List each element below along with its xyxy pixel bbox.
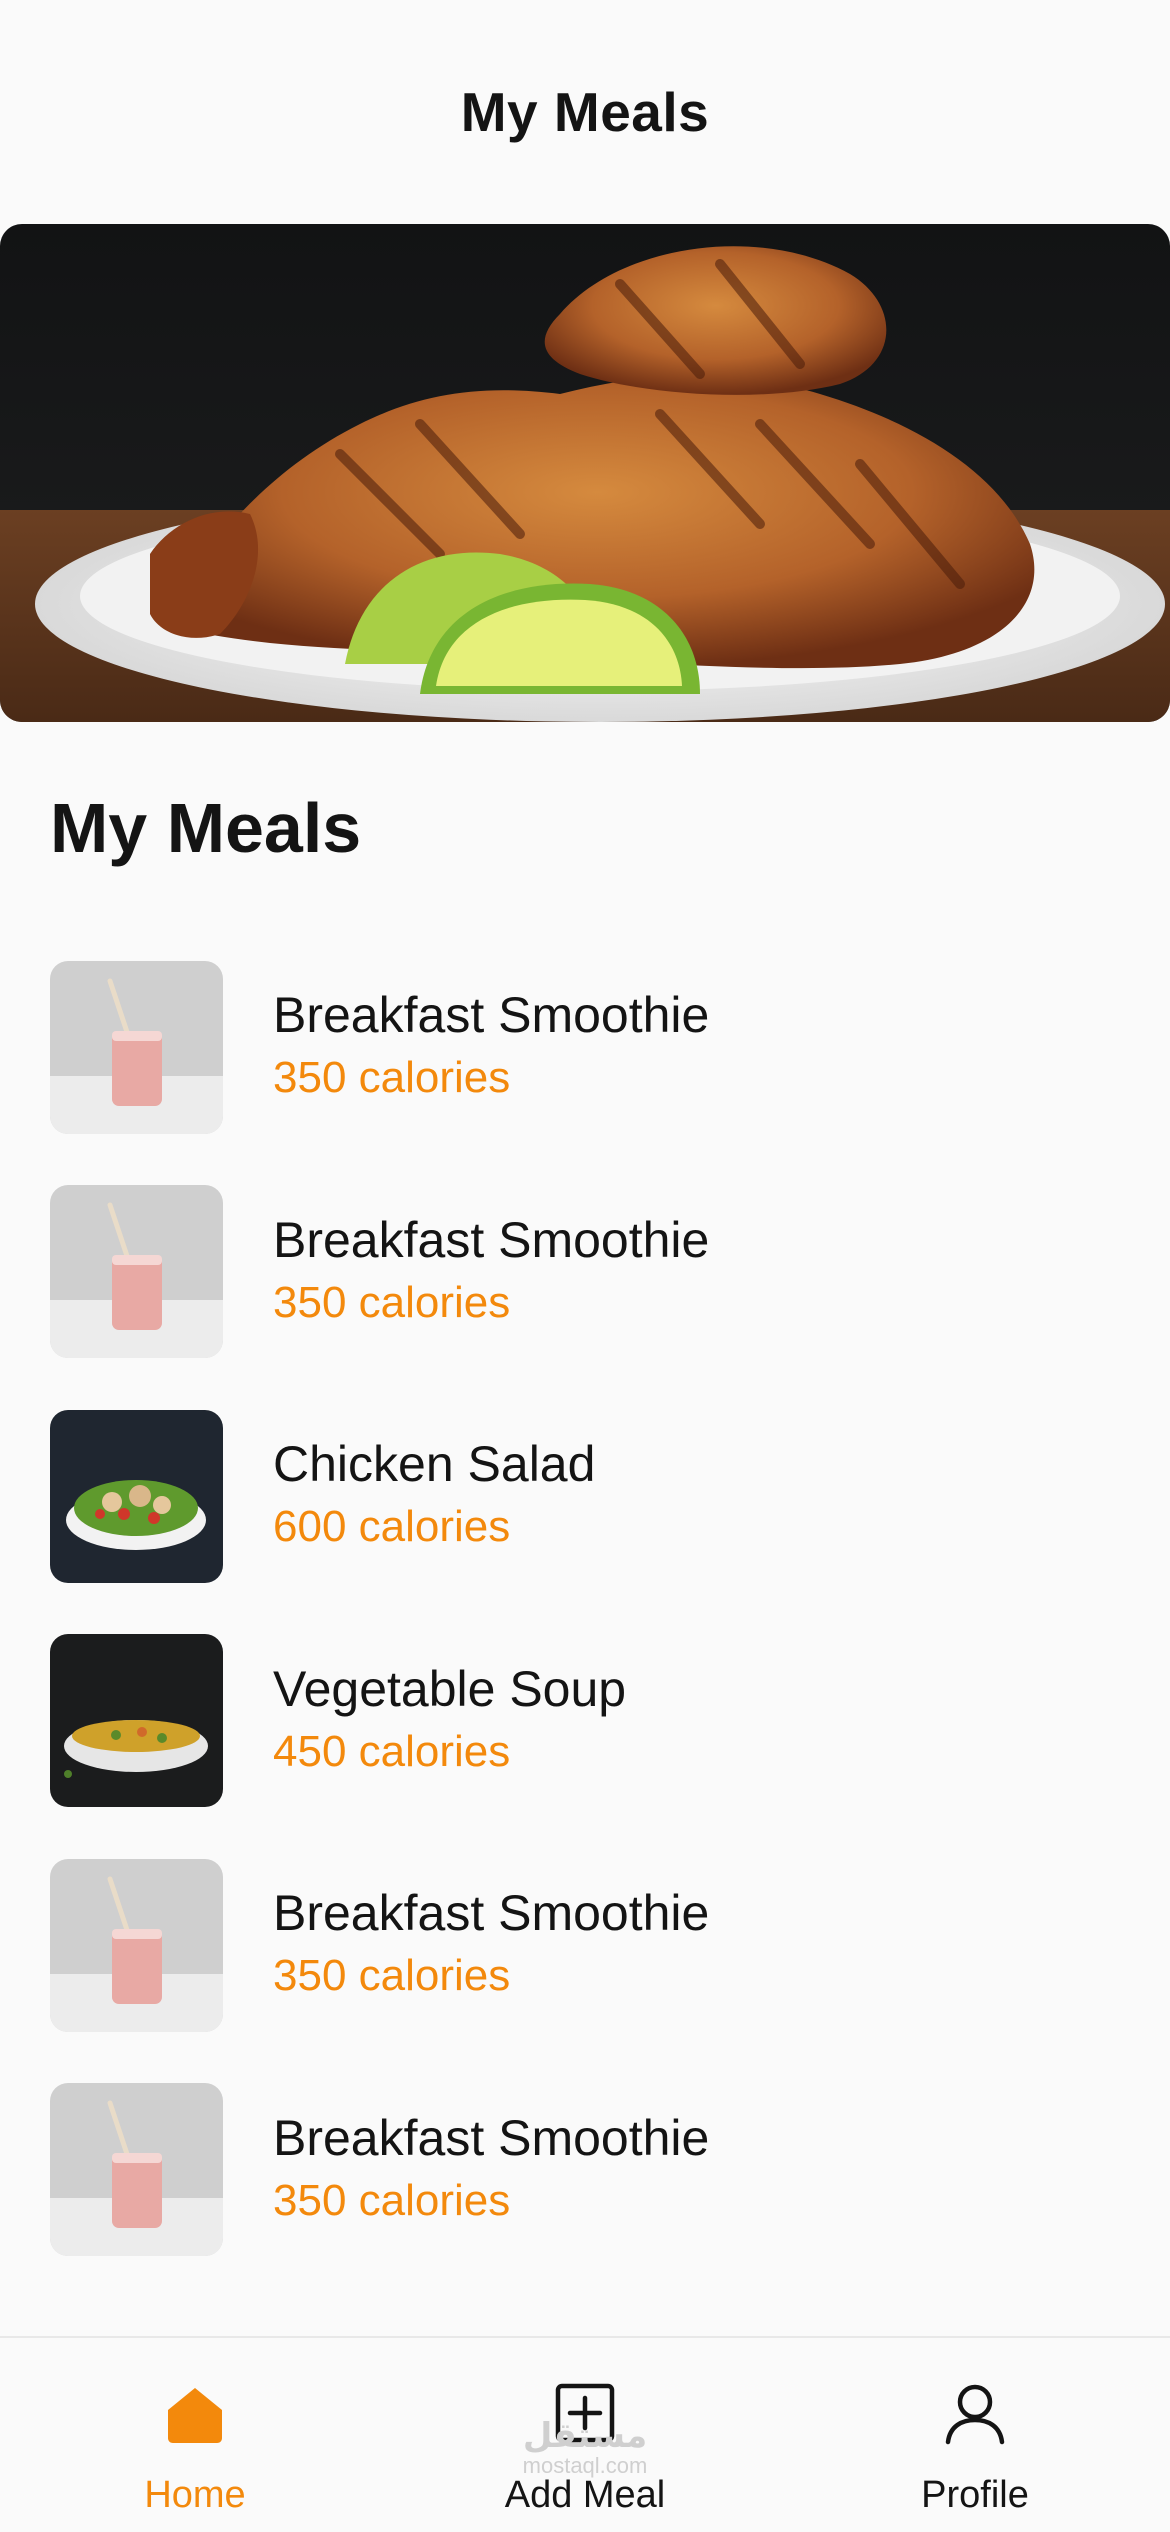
smoothie-thumbnail — [50, 2083, 223, 2257]
user-icon — [942, 2380, 1008, 2446]
nav-label-home: Home — [144, 2474, 246, 2516]
nav-label-add-meal: Add Meal — [504, 2474, 666, 2516]
meal-list-item[interactable]: Vegetable Soup 450 calories — [0, 1609, 1170, 1834]
meal-text: Vegetable Soup 450 calories — [273, 1658, 626, 1784]
nav-item-home[interactable]: Home — [0, 2338, 390, 2532]
nav-item-profile[interactable]: Profile — [780, 2338, 1170, 2532]
app-screen: My Meals My Meals Breakfast Smoothie 350… — [0, 0, 1170, 2532]
meal-name: Breakfast Smoothie — [273, 2109, 710, 2166]
meal-list-item[interactable]: Breakfast Smoothie 350 calories — [0, 935, 1170, 1160]
meal-name: Breakfast Smoothie — [273, 1211, 710, 1268]
meal-name: Vegetable Soup — [273, 1660, 627, 1717]
hero-image — [0, 224, 1170, 722]
meal-calories: 350 calories — [273, 2175, 511, 2225]
meal-text: Breakfast Smoothie 350 calories — [273, 1882, 709, 2008]
meal-text: Chicken Salad 600 calories — [273, 1433, 595, 1559]
meal-text: Breakfast Smoothie 350 calories — [273, 2107, 709, 2233]
smoothie-glass-icon — [50, 1858, 223, 2032]
soup-bowl-icon — [50, 1634, 223, 1808]
meal-calories: 350 calories — [273, 1277, 511, 1327]
meal-name: Breakfast Smoothie — [273, 1885, 710, 1942]
smoothie-thumbnail — [50, 1185, 223, 1359]
meal-name: Breakfast Smoothie — [273, 987, 710, 1044]
grilled-chicken-illustration — [0, 224, 1170, 722]
page-title: My Meals — [460, 81, 710, 143]
soup-thumbnail — [50, 1634, 223, 1808]
meal-list-item[interactable]: Chicken Salad 600 calories — [0, 1384, 1170, 1609]
nav-item-add-meal[interactable]: Add Meal — [390, 2338, 780, 2532]
salad-thumbnail — [50, 1409, 223, 1583]
meal-calories: 600 calories — [273, 1502, 511, 1552]
nav-label-profile: Profile — [921, 2474, 1029, 2516]
home-icon — [162, 2380, 228, 2446]
meal-text: Breakfast Smoothie 350 calories — [273, 1209, 709, 1335]
smoothie-glass-icon — [50, 1185, 223, 1359]
smoothie-thumbnail — [50, 1858, 223, 2032]
add-square-icon — [552, 2380, 618, 2446]
salad-bowl-icon — [50, 1409, 223, 1583]
smoothie-thumbnail — [50, 960, 223, 1134]
meal-list-item[interactable]: Breakfast Smoothie 350 calories — [0, 1160, 1170, 1385]
meal-list: Breakfast Smoothie 350 calories Breakfas… — [0, 935, 1170, 2282]
meal-calories: 350 calories — [273, 1053, 511, 1103]
bottom-nav: Home Add Meal Profile — [0, 2336, 1170, 2532]
meal-text: Breakfast Smoothie 350 calories — [273, 984, 709, 1110]
top-bar: My Meals — [0, 0, 1170, 224]
meal-list-item[interactable]: Breakfast Smoothie 350 calories — [0, 1833, 1170, 2058]
smoothie-glass-icon — [50, 2083, 223, 2257]
meal-calories: 450 calories — [273, 1726, 511, 1776]
section-title: My Meals — [50, 789, 362, 867]
meal-list-item[interactable]: Breakfast Smoothie 350 calories — [0, 2058, 1170, 2283]
smoothie-glass-icon — [50, 960, 223, 1134]
meal-name: Chicken Salad — [273, 1436, 596, 1493]
meal-calories: 350 calories — [273, 1951, 511, 2001]
